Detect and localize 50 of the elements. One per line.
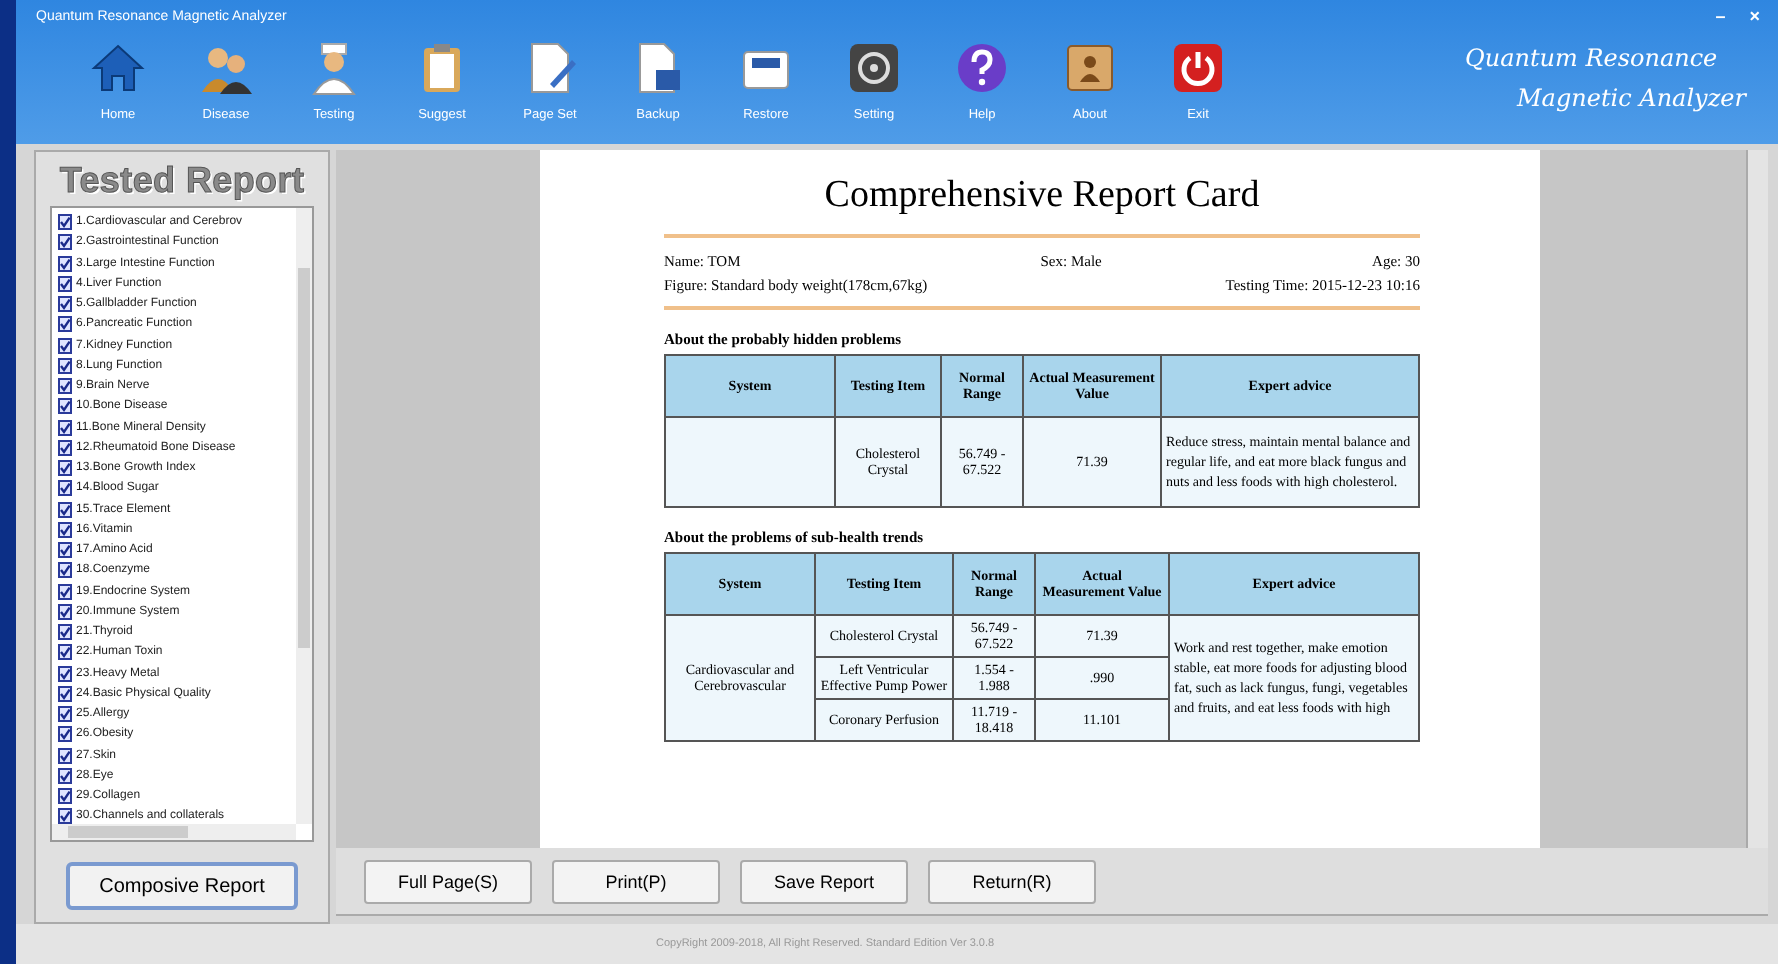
checkbox[interactable] — [58, 419, 72, 436]
checkbox[interactable] — [58, 767, 72, 784]
checkbox[interactable] — [58, 398, 72, 415]
close-button[interactable]: × — [1743, 7, 1766, 25]
about-icon — [1062, 40, 1118, 96]
checkbox[interactable] — [58, 747, 72, 764]
checkbox[interactable] — [58, 439, 72, 456]
report-title: Comprehensive Report Card — [822, 172, 1262, 220]
checkbox[interactable] — [58, 480, 72, 497]
action-button[interactable]: Full Page(S) — [364, 859, 532, 903]
checkbox[interactable] — [58, 788, 72, 805]
scrollbar[interactable] — [1746, 150, 1768, 848]
nurse-icon — [306, 40, 362, 96]
checkbox[interactable] — [58, 521, 72, 538]
checkbox[interactable] — [58, 214, 72, 231]
checkbox[interactable] — [58, 316, 72, 333]
composive-report-button[interactable]: Composive Report — [66, 862, 298, 910]
checkbox[interactable] — [58, 808, 72, 825]
gear-icon — [846, 40, 902, 96]
brand-logo-text: Magnetic Analyzer — [1517, 84, 1746, 112]
checkbox[interactable] — [58, 685, 72, 702]
checkbox[interactable] — [58, 275, 72, 292]
power-icon — [1170, 40, 1226, 96]
checkbox[interactable] — [58, 357, 72, 374]
checkbox[interactable] — [58, 624, 72, 641]
checkbox[interactable] — [58, 234, 72, 251]
checkbox[interactable] — [58, 706, 72, 723]
scrollbar[interactable] — [52, 824, 296, 840]
help-icon — [954, 40, 1010, 96]
checkbox[interactable] — [58, 726, 72, 743]
action-button[interactable]: Return(R) — [928, 859, 1096, 903]
checkbox[interactable] — [58, 337, 72, 354]
checkbox[interactable] — [58, 583, 72, 600]
sidebar-title: Tested Report — [59, 158, 305, 204]
brand-logo-text: Quantum Resonance — [1465, 44, 1720, 72]
checkbox[interactable] — [58, 542, 72, 559]
checkbox[interactable] — [58, 665, 72, 682]
checkbox[interactable] — [58, 501, 72, 518]
action-button[interactable]: Print(P) — [552, 859, 720, 903]
checkbox[interactable] — [58, 644, 72, 661]
checkbox[interactable] — [58, 603, 72, 620]
action-button[interactable]: Save Report — [740, 859, 908, 903]
minimize-button[interactable]: – — [1709, 7, 1732, 25]
scrollbar[interactable] — [296, 208, 312, 824]
checkbox[interactable] — [58, 296, 72, 313]
checkbox[interactable] — [58, 378, 72, 395]
home-icon — [90, 40, 146, 96]
checkbox[interactable] — [58, 460, 72, 477]
checkbox[interactable] — [58, 255, 72, 272]
checkbox[interactable] — [58, 562, 72, 579]
